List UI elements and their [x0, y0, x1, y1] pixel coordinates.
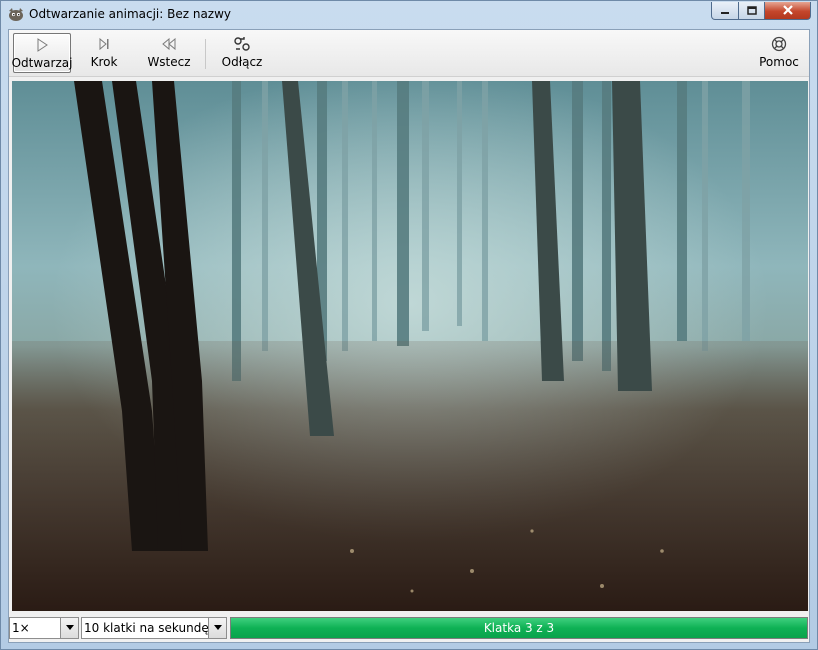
- dropdown-arrow-icon[interactable]: [208, 618, 226, 638]
- fps-value: 10 klatki na sekundę: [84, 621, 209, 635]
- maximize-button[interactable]: [739, 2, 765, 20]
- title-bar[interactable]: Odtwarzanie animacji: Bez nazwy: [1, 1, 817, 29]
- step-label: Krok: [90, 55, 118, 69]
- step-button[interactable]: Krok: [81, 33, 127, 73]
- help-label: Pomoc: [759, 55, 799, 69]
- zoom-combo[interactable]: 1×: [9, 617, 79, 639]
- detach-button[interactable]: Odłącz: [217, 33, 267, 73]
- animation-playback-window: Odtwarzanie animacji: Bez nazwy Odtwarza…: [0, 0, 818, 650]
- zoom-value: 1×: [12, 621, 30, 635]
- dropdown-arrow-icon[interactable]: [60, 618, 78, 638]
- animation-preview: [12, 81, 808, 611]
- help-button[interactable]: Pomoc: [755, 33, 803, 73]
- detach-label: Odłącz: [221, 55, 263, 69]
- detach-icon: [233, 35, 251, 53]
- window-title: Odtwarzanie animacji: Bez nazwy: [29, 7, 232, 21]
- play-label: Odtwarzaj: [11, 56, 73, 70]
- play-icon: [35, 36, 49, 54]
- rewind-button[interactable]: Wstecz: [143, 33, 195, 73]
- toolbar-separator: [205, 39, 206, 69]
- minimize-button[interactable]: [711, 2, 739, 20]
- toolbar: Odtwarzaj Krok Wstecz Odłącz Pomoc: [9, 30, 809, 77]
- frame-progress-bar: Klatka 3 z 3: [230, 617, 808, 639]
- gimp-icon: [7, 6, 25, 22]
- frame-progress-text: Klatka 3 z 3: [483, 621, 555, 635]
- fps-combo[interactable]: 10 klatki na sekundę: [81, 617, 227, 639]
- close-button[interactable]: [765, 2, 811, 20]
- forest-frame-image: [12, 81, 808, 611]
- minimize-icon: [720, 4, 730, 18]
- step-icon: [97, 35, 111, 53]
- rewind-icon: [161, 35, 177, 53]
- play-button[interactable]: Odtwarzaj: [11, 33, 73, 73]
- window-controls: [711, 2, 811, 21]
- close-icon: [782, 4, 794, 18]
- window-client-area: Odtwarzaj Krok Wstecz Odłącz Pomoc 1× 10…: [8, 29, 810, 643]
- status-bar: 1× 10 klatki na sekundę Klatka 3 z 3: [9, 614, 809, 642]
- help-icon: [771, 35, 787, 53]
- maximize-icon: [746, 4, 757, 18]
- rewind-label: Wstecz: [147, 55, 191, 69]
